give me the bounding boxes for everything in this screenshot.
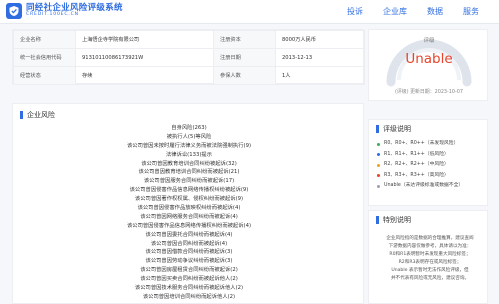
legend-item-text: R3、R3+、R3++（高风险） xyxy=(384,172,449,178)
company-info-table: 企业名称 上海悟企寺学院有限公司 注册资本 8000万人民币 统一社会信用代码 … xyxy=(13,30,365,85)
info-key: 经营状态 xyxy=(13,66,76,85)
section-bar-icon xyxy=(20,111,23,119)
legend-dot-icon xyxy=(377,174,380,178)
legend-item: R1、R1+、R1++（低风险） xyxy=(377,150,485,161)
legend-item-text: R1、R1+、R1++（低风险） xyxy=(384,151,449,157)
risk-item[interactable]: 被执行人(5)等风险 xyxy=(13,133,365,142)
nav-company-library[interactable]: 企业库 xyxy=(383,6,407,17)
risk-item[interactable]: 该公司曾因劳动争议纠纷而被起诉(3) xyxy=(13,257,365,266)
notice-section-title: 特别说明 xyxy=(376,215,411,225)
risk-list: 自身风险(263) 被执行人(5)等风险 该公司曾因未按时履行法律义务而被法院强制执… xyxy=(13,124,365,302)
info-row: 经营状态 存续 参保人数 1人 xyxy=(13,66,365,85)
legend-list: R0、R0+、R0++（未发现风险） R1、R1+、R1++（低风险） R2、R2+… xyxy=(377,139,485,192)
notice-card: 特别说明 企业风险指的是数据的合理推算，建议查阅 下游数据内容仅做参考，具体请以为… xyxy=(368,210,488,304)
info-value: 91310110086173921W xyxy=(75,48,214,67)
info-value: 8000万人民币 xyxy=(275,30,365,49)
risk-title-text: 企业风险 xyxy=(27,111,55,119)
notice-line: 并不代表有风险或无风险，建议咨询。 xyxy=(390,276,470,281)
notice-line: 下游数据内容仅做参考，具体请以为准： xyxy=(388,244,472,249)
risk-item[interactable]: 该公司曾因侵害作品信息网络传播权纠纷而被起诉(4) xyxy=(13,222,365,231)
info-key: 注册资本 xyxy=(213,30,276,49)
info-key: 注册日期 xyxy=(213,48,276,67)
legend-dot-icon xyxy=(377,184,380,188)
legend-item: R2、R2+、R2++（中风险） xyxy=(377,160,485,171)
rating-card: 评级 Unable (评级) 更新日期：2023-10-07 xyxy=(368,29,488,101)
risk-item[interactable]: 该公司曾因服务合同纠纷而被起诉(17) xyxy=(13,177,365,186)
risk-item[interactable]: 该公司曾因借款合同纠纷而被起诉(3) xyxy=(13,248,365,257)
rating-legend-card: 评级说明 R0、R0+、R0++（未发现风险） R1、R1+、R1++（低风险） R… xyxy=(368,119,488,206)
legend-title-text: 评级说明 xyxy=(383,125,411,133)
notice-line: R0和R1表明暂时未发现重大风险标签； xyxy=(389,252,471,257)
nav-data[interactable]: 数据 xyxy=(427,6,443,17)
risk-item[interactable]: 该公司曾因未按时履行法律义务而被法院强制执行(9) xyxy=(13,142,365,151)
info-key: 统一社会信用代码 xyxy=(13,48,76,67)
info-value: 1人 xyxy=(275,66,365,85)
info-row: 企业名称 上海悟企寺学院有限公司 注册资本 8000万人民币 xyxy=(13,30,365,49)
section-bar-icon xyxy=(376,216,379,224)
nav-complaint[interactable]: 投诉 xyxy=(347,6,363,17)
logo-shield-icon xyxy=(6,3,22,19)
top-nav: 投诉 企业库 数据 服务 xyxy=(327,6,479,17)
risk-item[interactable]: 该公司曾因委托合同纠纷而被起诉(4) xyxy=(13,231,365,240)
notice-line: 企业风险指的是数据的合理推算，建议查阅 xyxy=(386,236,474,241)
risk-item[interactable]: 自身风险(263) xyxy=(13,124,365,133)
risk-section-title: 企业风险 xyxy=(20,110,55,120)
risk-item[interactable]: 该公司曾因侵害作品信息网络传播权纠纷被起诉(9) xyxy=(13,186,365,195)
info-value: 2013-12-13 xyxy=(275,48,365,67)
section-bar-icon xyxy=(376,125,379,133)
legend-dot-icon xyxy=(377,142,380,146)
info-key: 企业名称 xyxy=(13,30,76,49)
legend-item: R0、R0+、R0++（未发现风险） xyxy=(377,139,485,150)
notice-line: Unable 表示暂时无法作风险评级，但 xyxy=(391,268,469,273)
site-logo[interactable]: 同经社企业风险评级系统 CREDIT.100EC.CN xyxy=(6,3,123,19)
nav-services[interactable]: 服务 xyxy=(463,6,479,17)
info-value: 存续 xyxy=(75,66,214,85)
risk-item[interactable]: 该公司曾因合同纠纷而被起诉(4) xyxy=(13,240,365,249)
notice-title-text: 特别说明 xyxy=(383,216,411,224)
risk-item[interactable]: 该公司曾因教育培训合同纠纷被起诉(32) xyxy=(13,160,365,169)
info-value: 上海悟企寺学院有限公司 xyxy=(75,30,214,49)
legend-dot-icon xyxy=(377,163,380,167)
legend-item-text: R0、R0+、R0++（未发现风险） xyxy=(384,141,459,146)
risk-item[interactable]: 该公司曾因侵害作品放映权纠纷而被起诉(4) xyxy=(13,204,365,213)
legend-item: R3、R3+、R3++（高风险） xyxy=(377,171,485,182)
legend-item-text: Unable（未达评级标准或数据不全） xyxy=(384,183,464,188)
risk-item[interactable]: 该公司曾因技术服务合同纠纷而被起诉他人(2) xyxy=(13,284,365,293)
risk-item[interactable]: 法律诉讼(133)提示 xyxy=(13,151,365,160)
notice-text: 企业风险指的是数据的合理推算，建议查阅 下游数据内容仅做参考，具体请以为准： R0和… xyxy=(375,235,485,283)
rating-value: Unable xyxy=(405,51,453,67)
risk-item[interactable]: 该公司曾因培训合同纠纷而起诉他人(2) xyxy=(13,293,365,302)
company-info-card: 企业名称 上海悟企寺学院有限公司 注册资本 8000万人民币 统一社会信用代码 … xyxy=(12,29,365,85)
logo-domain: CREDIT.100EC.CN xyxy=(26,12,79,18)
risk-item[interactable]: 该公司曾因房屋租赁合同纠纷而被起诉(2) xyxy=(13,266,365,275)
legend-item: Unable（未达评级标准或数据不全） xyxy=(377,181,485,192)
info-key: 参保人数 xyxy=(213,66,276,85)
risk-item[interactable]: 该公司曾因网络服务合同纠纷而被起诉(4) xyxy=(13,213,365,222)
notice-line: R2和R3表明存在或风险标签； xyxy=(398,260,462,265)
legend-section-title: 评级说明 xyxy=(376,124,411,134)
legend-item-text: R2、R2+、R2++（中风险） xyxy=(384,162,449,167)
info-row: 统一社会信用代码 91310110086173921W 注册日期 2013-12… xyxy=(13,48,365,67)
rating-update-date: (评级) 更新日期：2023-10-07 xyxy=(394,89,464,95)
risk-card: 企业风险 自身风险(263) 被执行人(5)等风险 该公司曾因未按时履行法律义务而被… xyxy=(12,103,364,304)
risk-item[interactable]: 该公司曾因著作权权属、侵权纠纷而被起诉(9) xyxy=(13,195,365,204)
legend-dot-icon xyxy=(377,153,380,157)
risk-item[interactable]: 该公司曾因教育培训合同纠纷而被起诉(21) xyxy=(13,168,365,177)
rating-label: 评级 xyxy=(423,38,435,44)
risk-item[interactable]: 该公司曾因买卖合同纠纷而被起诉他人(2) xyxy=(13,275,365,284)
